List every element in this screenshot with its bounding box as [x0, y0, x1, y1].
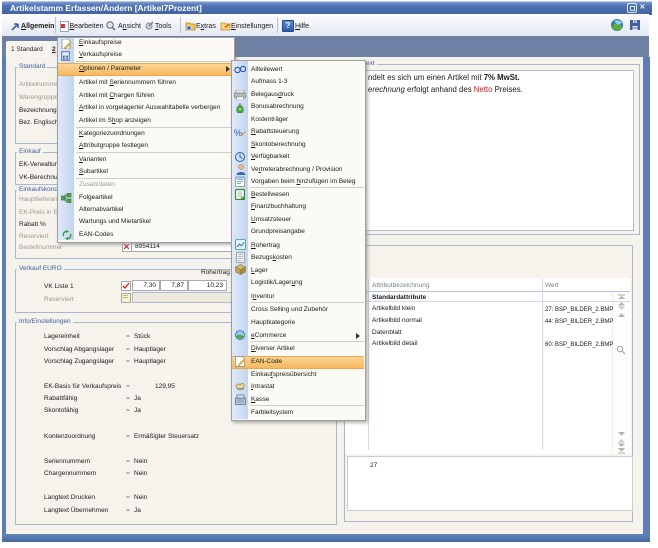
svg-text:%: % [234, 128, 242, 138]
